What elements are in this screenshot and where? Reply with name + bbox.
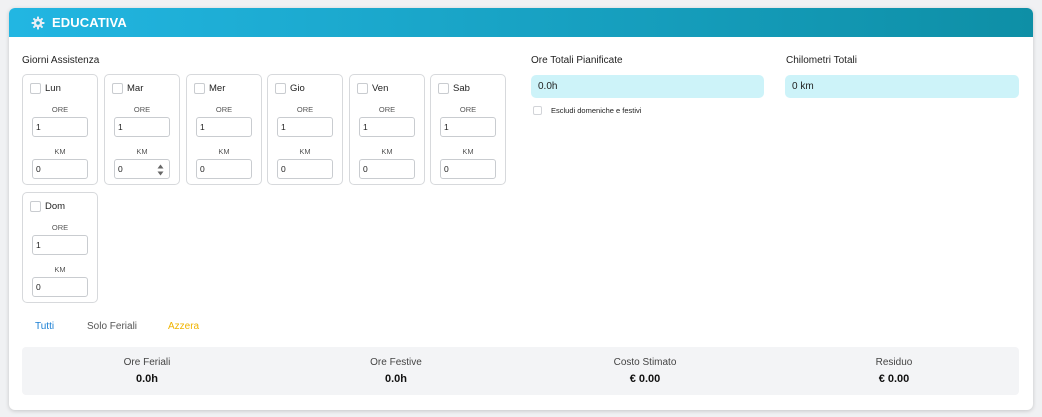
chilometri-totali-label: Chilometri Totali	[786, 55, 857, 66]
day-name: Gio	[290, 83, 305, 94]
km-label: KM	[136, 147, 148, 156]
day-name: Lun	[45, 83, 61, 94]
day-check-row: Gio	[275, 83, 305, 94]
km-label: KM	[54, 147, 66, 156]
km-input-ven[interactable]: 0	[359, 159, 415, 179]
ore-totali-field: 0.0h	[531, 75, 764, 98]
escludi-festivi-checkbox[interactable]	[533, 106, 542, 115]
ore-input-dom[interactable]: 1	[32, 235, 88, 255]
day-name: Sab	[453, 83, 470, 94]
ore-label: ORE	[51, 105, 69, 114]
day-checkbox-mer[interactable]	[194, 83, 205, 94]
ore-totali-label: Ore Totali Pianificate	[531, 55, 623, 66]
ore-input-lun[interactable]: 1	[32, 117, 88, 137]
day-check-row: Sab	[438, 83, 470, 94]
ore-input-mer[interactable]: 1	[196, 117, 252, 137]
km-value: 0	[118, 164, 123, 174]
stat-ore-feriali: Ore Feriali 0.0h	[22, 347, 272, 395]
day-box-dom: Dom ORE 1 KM 0	[22, 192, 98, 303]
stat-value: € 0.00	[629, 373, 661, 385]
stat-label: Costo Stimato	[613, 357, 677, 368]
day-name: Dom	[45, 201, 66, 212]
day-name: Ven	[372, 83, 389, 94]
stat-value: 0.0h	[384, 373, 407, 385]
gear-icon	[31, 16, 45, 30]
day-checkbox-mar[interactable]	[112, 83, 123, 94]
stat-label: Ore Feriali	[123, 357, 171, 368]
day-checkbox-ven[interactable]	[357, 83, 368, 94]
stat-label: Ore Festive	[370, 357, 422, 368]
stat-label: Residuo	[875, 357, 913, 368]
spinner-icon[interactable]	[157, 164, 164, 176]
ore-label: ORE	[215, 105, 233, 114]
day-check-row: Lun	[30, 83, 61, 94]
day-check-row: Mar	[112, 83, 143, 94]
educativa-panel: EDUCATIVA Giorni Assistenza Lun ORE 1 KM…	[9, 8, 1033, 410]
ore-input-ven[interactable]: 1	[359, 117, 415, 137]
km-input-dom[interactable]: 0	[32, 277, 88, 297]
km-input-mar[interactable]: 0	[114, 159, 170, 179]
km-input-gio[interactable]: 0	[277, 159, 333, 179]
day-checkbox-dom[interactable]	[30, 201, 41, 212]
day-name: Mer	[209, 83, 226, 94]
stat-ore-festive: Ore Festive 0.0h	[271, 347, 521, 395]
day-check-row: Mer	[194, 83, 225, 94]
ore-input-gio[interactable]: 1	[277, 117, 333, 137]
day-name: Mar	[127, 83, 144, 94]
azzera-button[interactable]: Azzera	[168, 321, 199, 332]
giorni-assistenza-label: Giorni Assistenza	[22, 55, 100, 66]
day-box-ven: Ven ORE 1 KM 0	[349, 74, 425, 185]
panel-header: EDUCATIVA	[9, 8, 1033, 37]
km-label: KM	[218, 147, 230, 156]
day-box-lun: Lun ORE 1 KM 0	[22, 74, 98, 185]
solo-feriali-button[interactable]: Solo Feriali	[87, 321, 137, 332]
panel-title: EDUCATIVA	[52, 15, 127, 30]
ore-label: ORE	[378, 105, 396, 114]
km-input-sab[interactable]: 0	[440, 159, 496, 179]
ore-label: ORE	[459, 105, 477, 114]
day-box-mar: Mar ORE 1 KM 0	[104, 74, 180, 185]
day-checkbox-lun[interactable]	[30, 83, 41, 94]
stat-residuo: Residuo € 0.00	[769, 347, 1019, 395]
stat-value: € 0.00	[878, 373, 910, 385]
chilometri-totali-field: 0 km	[785, 75, 1019, 98]
stat-costo-stimato: Costo Stimato € 0.00	[520, 347, 770, 395]
stats-bar: Ore Feriali 0.0h Ore Festive 0.0h Costo …	[22, 347, 1019, 395]
day-check-row: Dom	[30, 201, 65, 212]
km-label: KM	[54, 265, 66, 274]
day-checkbox-gio[interactable]	[275, 83, 286, 94]
tutti-button[interactable]: Tutti	[35, 321, 54, 332]
ore-input-mar[interactable]: 1	[114, 117, 170, 137]
day-box-mer: Mer ORE 1 KM 0	[186, 74, 262, 185]
escludi-festivi-label: Escludi domeniche e festivi	[551, 106, 642, 115]
ore-input-sab[interactable]: 1	[440, 117, 496, 137]
escludi-festivi-row: Escludi domeniche e festivi	[533, 106, 641, 115]
ore-label: ORE	[133, 105, 151, 114]
ore-label: ORE	[296, 105, 314, 114]
km-label: KM	[462, 147, 474, 156]
day-check-row: Ven	[357, 83, 388, 94]
stat-value: 0.0h	[135, 373, 158, 385]
km-input-lun[interactable]: 0	[32, 159, 88, 179]
km-label: KM	[381, 147, 393, 156]
km-label: KM	[299, 147, 311, 156]
day-box-sab: Sab ORE 1 KM 0	[430, 74, 506, 185]
km-input-mer[interactable]: 0	[196, 159, 252, 179]
day-box-gio: Gio ORE 1 KM 0	[267, 74, 343, 185]
day-checkbox-sab[interactable]	[438, 83, 449, 94]
ore-label: ORE	[51, 223, 69, 232]
